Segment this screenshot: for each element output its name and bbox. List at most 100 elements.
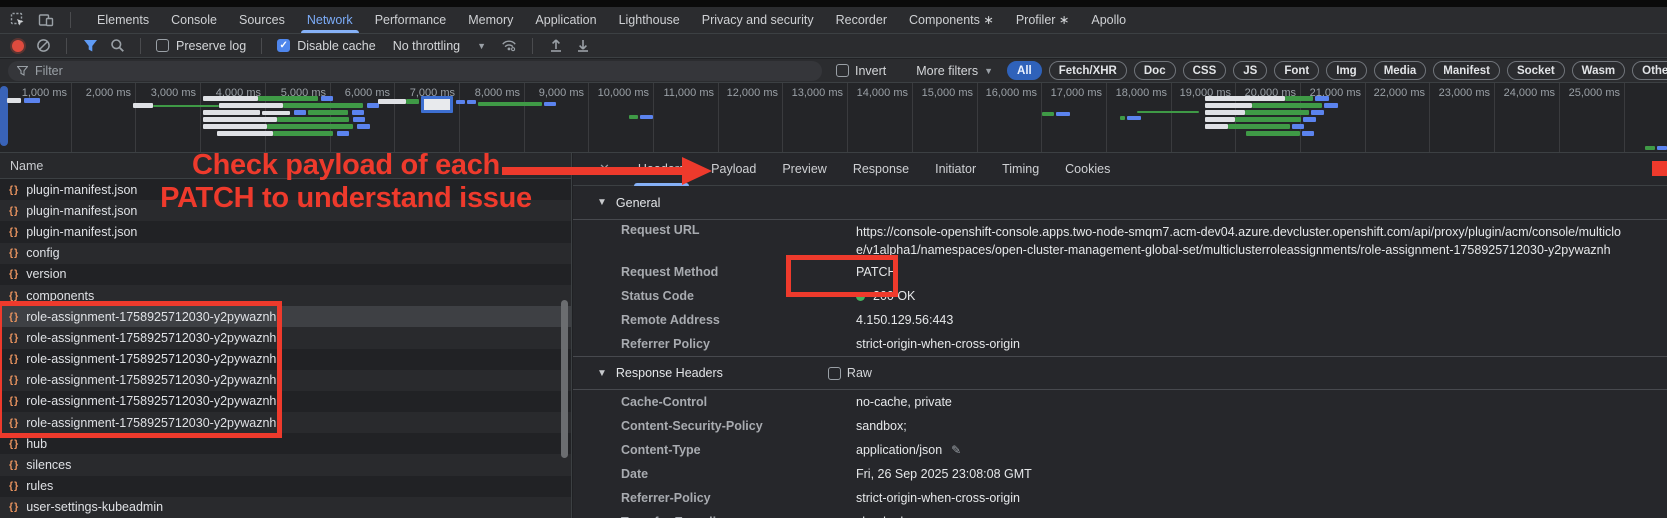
timeline-tick-label: 2,000 ms <box>59 87 131 99</box>
tab-console[interactable]: Console <box>171 7 217 33</box>
preserve-log-checkbox[interactable] <box>156 39 169 52</box>
request-row-silences[interactable]: {}silences <box>0 454 571 475</box>
details-tab-preview[interactable]: Preview <box>782 153 826 186</box>
waterfall-bar <box>203 96 258 101</box>
filter-placeholder: Filter <box>35 64 63 78</box>
details-tab-initiator[interactable]: Initiator <box>935 153 976 186</box>
response-headers-section-header[interactable]: ▼ Response Headers Raw <box>573 356 1667 390</box>
timeline-tick-label: 16,000 ms <box>965 87 1037 99</box>
filter-type-manifest[interactable]: Manifest <box>1433 61 1500 80</box>
details-tab-payload[interactable]: Payload <box>711 153 756 186</box>
inspect-element-icon[interactable] <box>10 12 26 28</box>
devtools-tabbar: Elements Console Sources Network Performance… <box>0 7 1667 34</box>
request-row-plugin-manifest-json[interactable]: {}plugin-manifest.json <box>0 221 571 242</box>
header-label: Content-Type <box>621 443 856 457</box>
general-section-header[interactable]: ▼ General <box>573 186 1667 220</box>
waterfall-bar <box>277 117 349 122</box>
tab-application[interactable]: Application <box>535 7 596 33</box>
filter-type-other[interactable]: Other <box>1632 61 1667 80</box>
tab-apollo[interactable]: Apollo <box>1091 7 1126 33</box>
waterfall-bar <box>1228 124 1290 129</box>
clear-network-log-icon[interactable] <box>35 38 51 54</box>
throttling-select[interactable]: No throttling <box>393 39 460 53</box>
json-file-icon: {} <box>9 290 19 302</box>
edit-pencil-icon[interactable]: ✎ <box>951 443 961 457</box>
filter-type-img[interactable]: Img <box>1326 61 1366 80</box>
tab-sources[interactable]: Sources <box>239 7 285 33</box>
tab-memory[interactable]: Memory <box>468 7 513 33</box>
tab-recorder[interactable]: Recorder <box>836 7 887 33</box>
device-toolbar-icon[interactable] <box>38 12 54 28</box>
requests-scrollbar-thumb[interactable] <box>561 300 568 458</box>
tab-lighthouse[interactable]: Lighthouse <box>619 7 680 33</box>
header-value-text: 4.150.129.56:443 <box>856 313 953 327</box>
devtools-window: Elements Console Sources Network Performance… <box>0 0 1667 518</box>
request-row-version[interactable]: {}version <box>0 264 571 285</box>
tab-elements[interactable]: Elements <box>97 7 149 33</box>
tab-performance[interactable]: Performance <box>375 7 447 33</box>
export-har-icon[interactable] <box>575 38 591 54</box>
divider <box>70 12 71 28</box>
invert-label: Invert <box>855 64 886 78</box>
triangle-down-icon: ▼ <box>597 197 607 208</box>
filter-type-fetch-xhr[interactable]: Fetch/XHR <box>1049 61 1127 80</box>
filter-type-doc[interactable]: Doc <box>1134 61 1176 80</box>
timeline-tick-label: 15,000 ms <box>901 87 973 99</box>
waterfall-bar <box>1657 146 1667 150</box>
raw-headers-checkbox[interactable] <box>828 367 841 380</box>
request-row-rules[interactable]: {}rules <box>0 476 571 497</box>
waterfall-bar <box>217 131 273 136</box>
tab-profiler[interactable]: Profiler ∗ <box>1016 7 1070 33</box>
waterfall-bar <box>1205 124 1228 129</box>
filter-type-css[interactable]: CSS <box>1183 61 1227 80</box>
waterfall-bar <box>1235 117 1301 122</box>
header-value: strict-origin-when-cross-origin <box>856 337 1667 351</box>
header-value: sandbox; <box>856 419 1667 433</box>
timeline-tick-label: 22,000 ms <box>1353 87 1425 99</box>
filter-type-js[interactable]: JS <box>1233 61 1267 80</box>
annotation-text-line2: PATCH to understand issue <box>140 182 552 215</box>
import-har-icon[interactable] <box>548 38 564 54</box>
details-tab-response[interactable]: Response <box>853 153 909 186</box>
request-name: user-settings-kubeadmin <box>26 500 163 514</box>
chevron-down-icon: ▼ <box>477 41 486 51</box>
waterfall-bar <box>352 110 364 115</box>
invert-checkbox[interactable] <box>836 64 849 77</box>
filter-type-all[interactable]: All <box>1007 61 1042 80</box>
details-tab-timing[interactable]: Timing <box>1002 153 1039 186</box>
request-row-config[interactable]: {}config <box>0 243 571 264</box>
waterfall-bar <box>203 117 277 122</box>
raw-label: Raw <box>847 366 872 380</box>
network-overview[interactable]: 1,000 ms2,000 ms3,000 ms4,000 ms5,000 ms… <box>0 83 1667 153</box>
filter-input[interactable]: Filter <box>8 61 822 81</box>
filter-type-socket[interactable]: Socket <box>1507 61 1565 80</box>
waterfall-bar <box>258 96 318 101</box>
tab-privacy-and-security[interactable]: Privacy and security <box>702 7 814 33</box>
disable-cache-checkbox[interactable]: ✓ <box>277 39 290 52</box>
waterfall-bar <box>1252 103 1322 108</box>
timeline-tick-label: 3,000 ms <box>124 87 196 99</box>
preserve-log-label: Preserve log <box>176 39 246 53</box>
timeline-tick-label: 13,000 ms <box>771 87 843 99</box>
timeline-gridline <box>1624 83 1625 153</box>
filter-icon[interactable] <box>82 38 98 54</box>
tab-network[interactable]: Network <box>307 7 353 33</box>
divider <box>261 38 262 54</box>
network-conditions-icon[interactable] <box>501 38 517 54</box>
waterfall-bar <box>406 99 419 104</box>
search-icon[interactable] <box>109 38 125 54</box>
more-filters-button[interactable]: More filters ▼ <box>916 64 993 78</box>
waterfall-bar <box>1246 131 1300 136</box>
record-network-log-icon[interactable] <box>12 40 24 52</box>
filter-type-font[interactable]: Font <box>1274 61 1319 80</box>
json-file-icon: {} <box>9 268 19 280</box>
filter-type-wasm[interactable]: Wasm <box>1572 61 1625 80</box>
request-row-user-settings-kubeadmin[interactable]: {}user-settings-kubeadmin <box>0 497 571 518</box>
details-tab-cookies[interactable]: Cookies <box>1065 153 1110 186</box>
waterfall-bar <box>321 96 333 101</box>
filter-type-media[interactable]: Media <box>1374 61 1427 80</box>
tab-components[interactable]: Components ∗ <box>909 7 994 33</box>
json-file-icon: {} <box>9 480 19 492</box>
chevron-down-icon: ▼ <box>984 66 993 76</box>
response-header-rows: Cache-Controlno-cache, privateContent-Se… <box>573 390 1667 518</box>
